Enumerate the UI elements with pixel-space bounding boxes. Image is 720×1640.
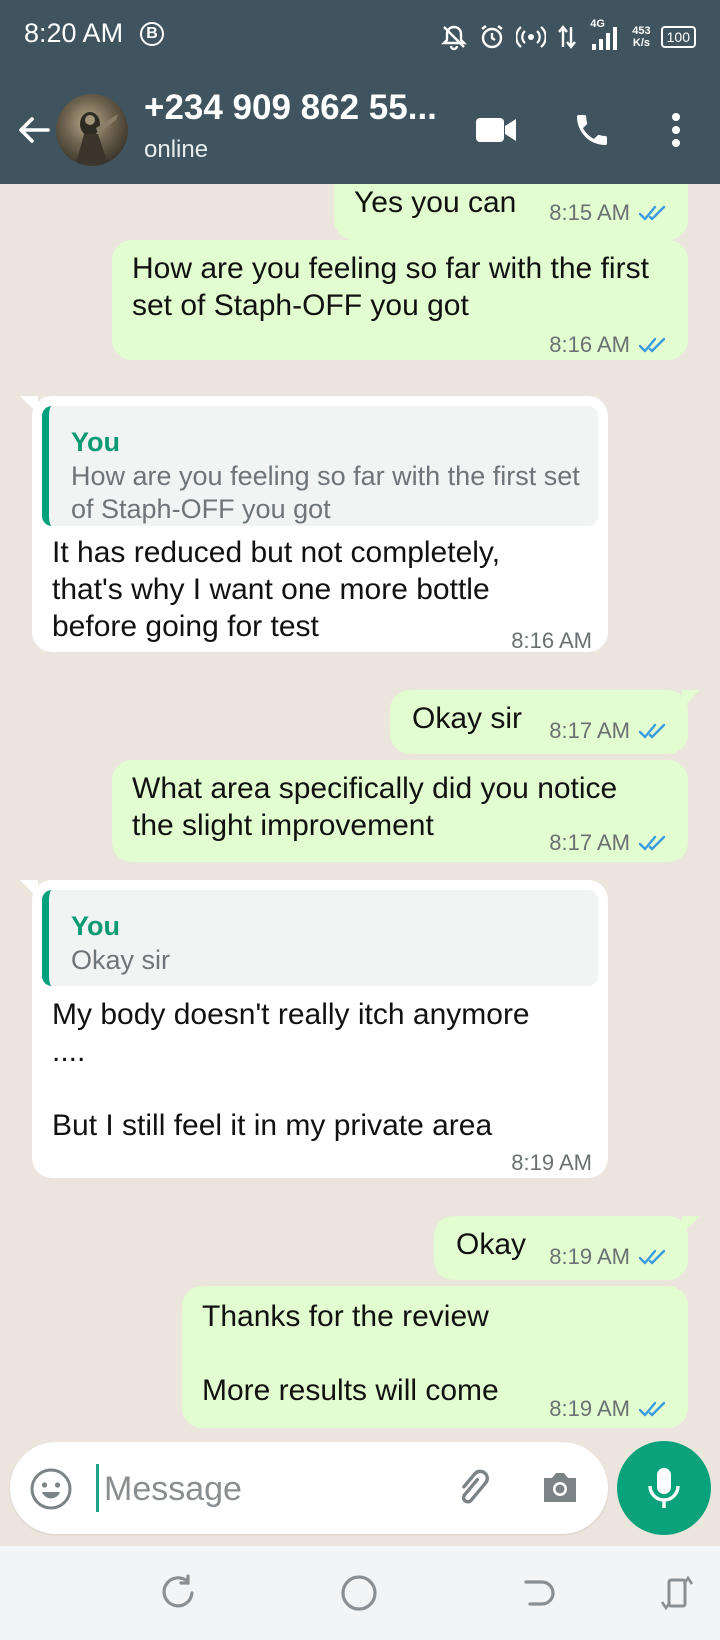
back-arrow-icon: [19, 117, 50, 143]
message-time: 8:15 AM: [549, 200, 630, 225]
read-ticks-icon: [638, 1249, 666, 1264]
recents-icon: [162, 1574, 194, 1608]
video-call-button[interactable]: [470, 104, 522, 156]
quoted-message[interactable]: You Okay sir: [42, 890, 598, 986]
message-time: 8:16 AM: [511, 628, 592, 653]
message-text: It has reduced but not completely, that'…: [52, 536, 501, 643]
message-time: 8:19 AM: [511, 1150, 592, 1175]
bubble-tail: [20, 396, 38, 414]
status-bar: 8:20 AM B 4G 453 K/s 100: [0, 0, 720, 74]
message-text: Okay: [456, 1228, 527, 1261]
message-meta: 8:17 AM: [549, 824, 670, 861]
status-icons: 4G 453 K/s 100: [440, 18, 696, 54]
message-meta: 8:19 AM: [549, 1390, 670, 1427]
bubble-tail: [20, 880, 38, 898]
voice-record-button[interactable]: [617, 1441, 711, 1535]
outgoing-message[interactable]: Okay 8:19 AM: [434, 1216, 700, 1280]
message-time: 8:19 AM: [549, 1396, 630, 1421]
message-meta: 8:16 AM: [549, 326, 670, 363]
back-button[interactable]: [14, 110, 54, 150]
bubble-tail: [682, 1216, 700, 1234]
camera-button[interactable]: [536, 1464, 584, 1512]
outgoing-message[interactable]: Yes you can 8:15 AM: [334, 184, 688, 240]
message-text: Okay sir: [412, 702, 523, 735]
net-speed-value: 453: [632, 25, 651, 37]
camera-icon: [544, 1473, 576, 1502]
battery-icon: 100: [660, 26, 696, 48]
status-time: 8:20 AM: [24, 18, 124, 48]
message-meta: 8:16 AM: [511, 622, 592, 659]
quote-text: Okay sir: [71, 945, 171, 975]
bubble-tail: [682, 690, 700, 708]
message-meta: 8:19 AM: [549, 1238, 670, 1275]
recents-button[interactable]: [158, 1572, 200, 1614]
net-speed: 453 K/s: [632, 25, 650, 49]
home-button[interactable]: [338, 1572, 380, 1614]
message-text: Thanks for the review More results will …: [202, 1300, 499, 1407]
voice-call-button[interactable]: [566, 104, 618, 156]
rotate-icon: [660, 1575, 694, 1611]
read-ticks-icon: [638, 835, 666, 850]
message-meta: 8:15 AM: [549, 194, 670, 231]
message-time: 8:17 AM: [549, 718, 630, 743]
message-meta: 8:17 AM: [549, 712, 670, 749]
message-input[interactable]: [102, 1458, 436, 1520]
video-camera-icon: [476, 118, 516, 142]
message-time: 8:19 AM: [549, 1244, 630, 1269]
chat-header: +234 909 862 55... online: [0, 74, 720, 184]
system-nav-bar: [0, 1546, 720, 1640]
message-meta: 8:19 AM: [511, 1144, 592, 1181]
b-badge-icon: B: [140, 22, 164, 46]
outgoing-message[interactable]: Thanks for the review More results will …: [182, 1286, 688, 1428]
emoji-button[interactable]: [28, 1466, 74, 1512]
read-ticks-icon: [638, 205, 666, 220]
signal-icon: 4G: [588, 18, 622, 52]
back-nav-icon: [524, 1580, 555, 1606]
text-caret: [96, 1464, 99, 1512]
contact-status: online: [144, 136, 209, 163]
incoming-message[interactable]: You How are you feeling so far with the …: [20, 396, 608, 653]
quote-author: You: [71, 911, 120, 941]
outgoing-message[interactable]: How are you feeling so far with the firs…: [112, 240, 688, 360]
outgoing-message[interactable]: What area specifically did you notice th…: [112, 760, 688, 862]
more-vertical-icon: [672, 113, 680, 147]
read-ticks-icon: [638, 337, 666, 352]
quote-text: How are you feeling so far with the firs…: [71, 461, 580, 524]
attach-button[interactable]: [450, 1464, 498, 1512]
message-text: Yes you can: [354, 186, 517, 219]
mute-bell-icon: [441, 25, 468, 51]
back-nav-button[interactable]: [518, 1572, 560, 1614]
emoji-icon: [30, 1468, 72, 1510]
quote-author: You: [71, 427, 120, 457]
message-list[interactable]: Yes you can 8:15 AM How are you feeling …: [0, 184, 720, 1444]
read-ticks-icon: [638, 723, 666, 738]
phone-icon: [577, 115, 607, 145]
microphone-icon: [648, 1468, 680, 1508]
message-time: 8:17 AM: [549, 830, 630, 855]
home-circle-icon: [341, 1575, 377, 1611]
outgoing-message[interactable]: Okay sir 8:17 AM: [390, 690, 700, 754]
incoming-message[interactable]: You Okay sir My body doesn't really itch…: [20, 880, 608, 1181]
alarm-icon: [481, 25, 504, 49]
contact-name[interactable]: +234 909 862 55...: [144, 88, 437, 128]
battery-level: 100: [666, 29, 690, 45]
rotate-screen-button[interactable]: [656, 1572, 698, 1614]
read-ticks-icon: [638, 1401, 666, 1416]
hotspot-icon: [516, 26, 547, 48]
net-speed-unit: K/s: [632, 37, 651, 49]
message-time: 8:16 AM: [549, 332, 630, 357]
more-options-button[interactable]: [650, 104, 702, 156]
quoted-message[interactable]: You How are you feeling so far with the …: [42, 406, 598, 526]
contact-avatar[interactable]: [56, 94, 128, 166]
message-text: My body doesn't really itch anymore ....…: [52, 998, 530, 1142]
message-composer: [10, 1442, 608, 1534]
paperclip-icon: [461, 1469, 489, 1504]
data-arrows-icon: [558, 25, 577, 49]
message-text: How are you feeling so far with the firs…: [132, 252, 649, 322]
